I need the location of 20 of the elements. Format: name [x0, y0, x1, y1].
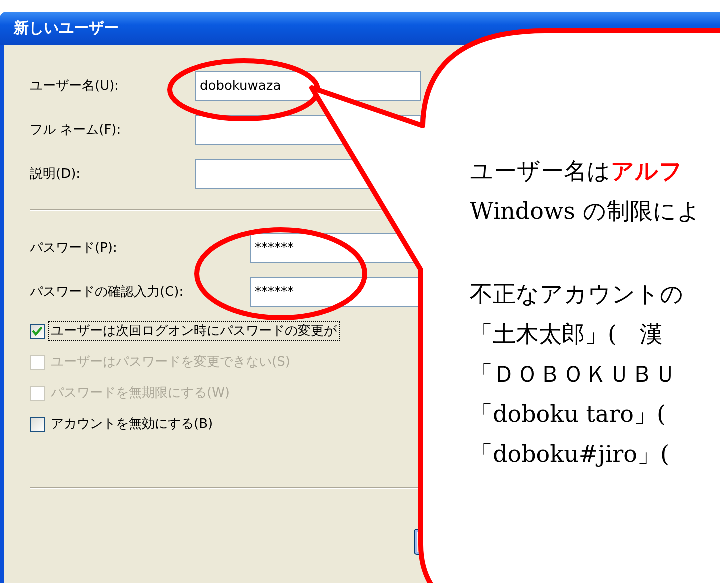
callout-text: 不正なアカウントの	[470, 283, 685, 308]
checkbox-label: ユーザーはパスワードを変更できない(S)	[50, 354, 292, 372]
callout-text: 「doboku taro」(	[470, 403, 667, 428]
checkbox[interactable]	[30, 416, 45, 432]
callout-text: 「doboku#jiro」(	[470, 443, 670, 468]
callout-text: Windows の制限によ	[470, 200, 701, 225]
field-label: フル ネーム(F):	[30, 122, 122, 139]
checkbox-label: ユーザーは次回ログオン時にパスワードの変更が	[48, 321, 340, 341]
checkbox-label: パスワードを無期限にする(W)	[50, 385, 231, 403]
checkbox[interactable]	[30, 324, 45, 338]
callout-text: 「土木太郎」( 漢	[470, 323, 664, 348]
callout-text: 「ＤＯＢＯＫＵＢＵ	[470, 363, 678, 388]
password-field[interactable]: ******	[250, 277, 421, 307]
callout-text: ユーザー名はアルフ	[470, 160, 684, 185]
field-label: パスワード(P):	[30, 240, 118, 257]
field-label: ユーザー名(U):	[30, 78, 120, 95]
field-label: 説明(D):	[30, 166, 82, 183]
input-field[interactable]: dobokuwaza	[195, 71, 421, 101]
field-label: パスワードの確認入力(C):	[30, 284, 185, 301]
checkbox-label: アカウントを無効にする(B)	[50, 416, 214, 434]
